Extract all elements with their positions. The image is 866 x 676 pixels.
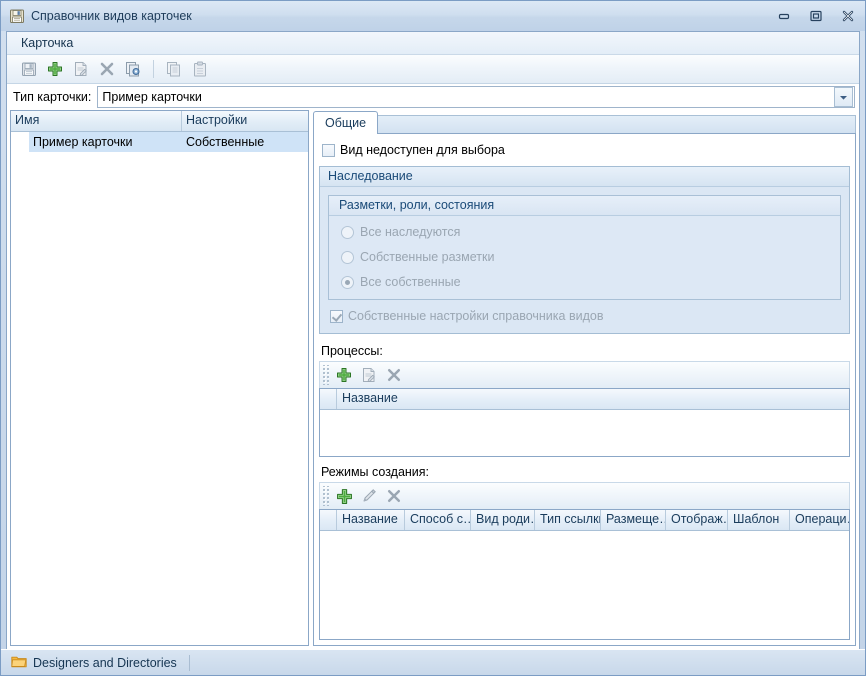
processes-grid-body[interactable] (320, 410, 849, 456)
window-controls (771, 6, 861, 25)
tab-strip: Общие (313, 110, 856, 134)
details-panel: Общие Вид недоступен для выбора Наследов… (313, 110, 856, 646)
creation-modes-add-button[interactable] (333, 485, 355, 507)
chevron-down-icon[interactable] (834, 87, 853, 107)
status-item-label: Designers and Directories (33, 655, 177, 670)
save-button[interactable] (18, 58, 40, 80)
edit-button[interactable] (70, 58, 92, 80)
processes-edit-button[interactable] (358, 364, 380, 386)
creation-modes-grid-body[interactable] (320, 531, 849, 639)
markup-roles-states-options: Все наследуются Собственные разметки Все… (329, 216, 840, 299)
card-types-grid: Имя Настройки Пример карточки Собственны… (10, 110, 309, 646)
main-toolbar (7, 55, 859, 84)
radio-row-all-inherited[interactable]: Все наследуются (341, 223, 840, 241)
inheritance-body: Разметки, роли, состояния Все наследуютс… (320, 187, 849, 333)
unavailable-checkbox-row[interactable]: Вид недоступен для выбора (322, 141, 850, 159)
own-settings-checkbox[interactable] (330, 309, 343, 323)
card-type-row: Тип карточки: Пример карточки (7, 84, 859, 110)
delete-button[interactable] (96, 58, 118, 80)
own-settings-checkbox-label: Собственные настройки справочника видов (348, 309, 604, 323)
unavailable-checkbox-label: Вид недоступен для выбора (340, 143, 505, 157)
radio-all-inherited[interactable] (341, 225, 354, 239)
card-type-label: Тип карточки: (13, 90, 92, 104)
radio-row-own-markup[interactable]: Собственные разметки (341, 248, 840, 266)
creation-modes-grid-header: Название Способ с… Вид роди… Тип ссылки … (320, 510, 849, 531)
column-header-parent-kind[interactable]: Вид роди… (471, 510, 535, 530)
radio-own-markup-label: Собственные разметки (360, 250, 495, 264)
menu-bar: Карточка (7, 32, 859, 55)
maximize-button[interactable] (803, 6, 829, 25)
inheritance-groupbox: Наследование Разметки, роли, состояния В… (319, 166, 850, 334)
folder-icon (11, 655, 27, 671)
inheritance-title: Наследование (320, 167, 849, 187)
add-button[interactable] (44, 58, 66, 80)
markup-roles-states-box: Разметки, роли, состояния Все наследуютс… (328, 195, 841, 300)
column-header-settings[interactable]: Настройки (182, 111, 308, 131)
processes-grid: Название (319, 388, 850, 457)
processes-label: Процессы: (321, 344, 383, 358)
column-header-operations[interactable]: Операци… (790, 510, 849, 530)
window-title: Справочник видов карточек (31, 9, 192, 23)
tab-page-general: Вид недоступен для выбора Наследование Р… (313, 133, 856, 646)
save-floppy-icon (9, 8, 25, 24)
card-type-combobox[interactable]: Пример карточки (97, 86, 855, 108)
markup-roles-states-title: Разметки, роли, состояния (329, 196, 840, 216)
card-type-value: Пример карточки (102, 90, 202, 104)
creation-modes-toolbar (319, 482, 850, 509)
radio-all-own[interactable] (341, 275, 354, 289)
column-header-link-type[interactable]: Тип ссылки (535, 510, 601, 530)
creation-modes-delete-button[interactable] (383, 485, 405, 507)
processes-grid-header: Название (320, 389, 849, 410)
grid-empty-space (11, 152, 308, 645)
tab-strip-filler (378, 115, 856, 134)
copy-button[interactable] (163, 58, 185, 80)
radio-all-inherited-label: Все наследуются (360, 225, 461, 239)
column-header-title[interactable]: Название (337, 389, 849, 409)
tab-general[interactable]: Общие (313, 111, 379, 134)
grid-corner (320, 389, 337, 409)
split-body: Имя Настройки Пример карточки Собственны… (7, 110, 859, 649)
creation-modes-section: Название Способ с… Вид роди… Тип ссылки … (319, 482, 850, 640)
radio-all-own-label: Все собственные (360, 275, 461, 289)
unavailable-checkbox[interactable] (322, 143, 335, 157)
creation-modes-edit-button[interactable] (358, 485, 380, 507)
own-settings-checkbox-row[interactable]: Собственные настройки справочника видов (330, 307, 841, 325)
processes-delete-button[interactable] (383, 364, 405, 386)
table-row[interactable]: Пример карточки Собственные (11, 132, 308, 152)
column-header-creation-method[interactable]: Способ с… (405, 510, 471, 530)
processes-add-button[interactable] (333, 364, 355, 386)
toolbar-separator (153, 60, 154, 78)
row-indent (11, 132, 29, 152)
column-header-title[interactable]: Название (337, 510, 405, 530)
column-header-name[interactable]: Имя (11, 111, 182, 131)
creation-modes-label: Режимы создания: (321, 465, 430, 479)
title-bar: Справочник видов карточек (1, 1, 865, 31)
client-area: Карточка Тип карточки: Пример карточки И… (6, 31, 860, 649)
creation-modes-grid: Название Способ с… Вид роди… Тип ссылки … (319, 509, 850, 640)
status-bar: Designers and Directories (1, 649, 865, 675)
toolbar-grip[interactable] (322, 486, 329, 506)
status-item-designers[interactable]: Designers and Directories (11, 655, 187, 671)
processes-toolbar (319, 361, 850, 388)
cell-name: Пример карточки (33, 135, 133, 149)
card-types-grid-header: Имя Настройки (11, 111, 308, 132)
status-separator (188, 654, 190, 671)
paste-button[interactable] (189, 58, 211, 80)
column-header-placement[interactable]: Размеще… (601, 510, 666, 530)
column-header-display[interactable]: Отображ… (666, 510, 728, 530)
radio-own-markup[interactable] (341, 250, 354, 264)
minimize-button[interactable] (771, 6, 797, 25)
radio-row-all-own[interactable]: Все собственные (341, 273, 840, 291)
cell-settings: Собственные (186, 135, 265, 149)
grid-corner (320, 510, 337, 530)
copy-settings-button[interactable] (122, 58, 144, 80)
menu-item-card[interactable]: Карточка (15, 34, 79, 52)
processes-section: Название (319, 361, 850, 457)
application-window: Справочник видов карточек Карточка Тип к… (0, 0, 866, 676)
close-button[interactable] (835, 6, 861, 25)
toolbar-grip[interactable] (322, 365, 329, 385)
column-header-template[interactable]: Шаблон (728, 510, 790, 530)
